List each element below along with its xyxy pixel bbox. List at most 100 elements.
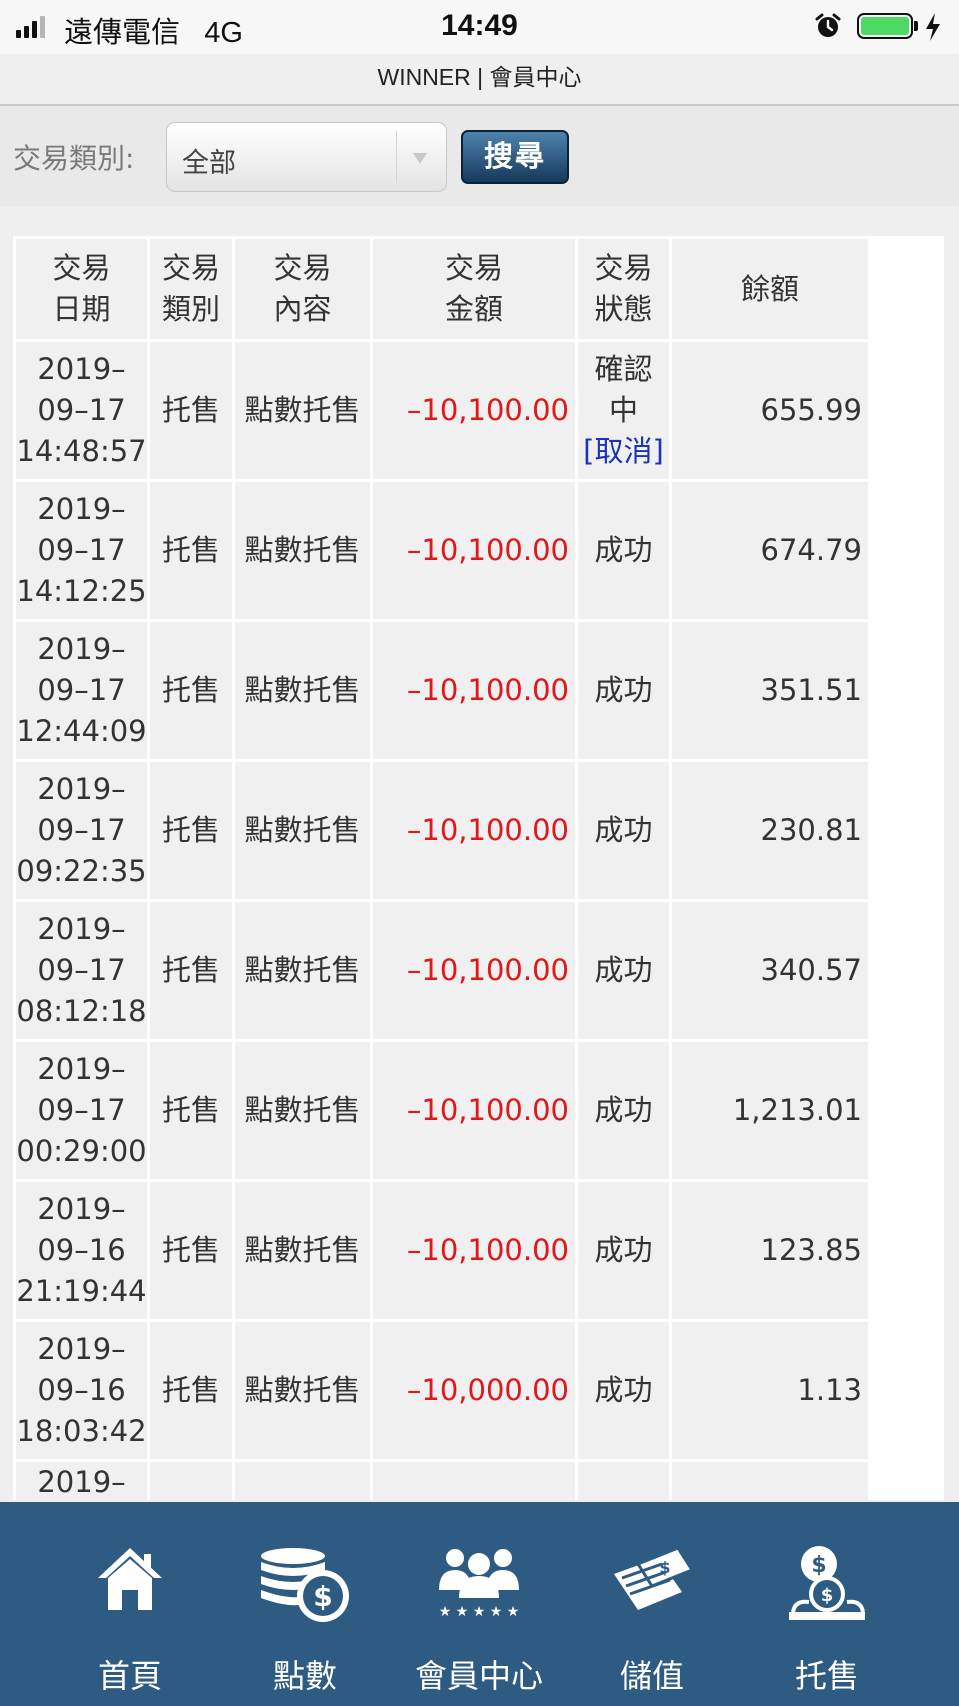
transaction-date: 2019– 09–17 14:48:57 [16, 342, 147, 479]
status-bar: 遠傳電信 4G 14:49 [0, 0, 959, 54]
nav-deposit[interactable]: $ 儲值 [557, 1502, 747, 1706]
transaction-status: 成功 [578, 1322, 669, 1459]
transaction-status: 成功 [578, 762, 669, 899]
transaction-content: 點數托售 [235, 902, 370, 1039]
alarm-clock-icon [815, 13, 841, 37]
transaction-date: 2019– 09–16 21:19:44 [16, 1182, 147, 1319]
transaction-type-value: 全部 [182, 148, 236, 179]
transaction-date: 2019– 09–17 12:44:09 [16, 622, 147, 759]
transaction-amount: –10,100.00 [373, 342, 575, 479]
transaction-amount: –10,100.00 [373, 622, 575, 759]
table-cell [672, 1462, 868, 1500]
table-row: 2019– 09–16 21:19:44 托售 點數托售 –10,100.00 成功… [16, 1182, 868, 1319]
battery-tip [914, 21, 918, 31]
transaction-type: 托售 [150, 902, 232, 1039]
transaction-content: 點數托售 [235, 1322, 370, 1459]
nav-member-center[interactable]: ★ ★ ★ ★ ★ 會員中心 [384, 1502, 574, 1706]
transaction-type: 托售 [150, 1042, 232, 1179]
transaction-date: 2019– 09–17 00:29:00 [16, 1042, 147, 1179]
sell-icon: $ $ [789, 1546, 865, 1620]
transaction-amount: –10,100.00 [373, 902, 575, 1039]
transaction-balance: 674.79 [672, 482, 868, 619]
header-status: 交易 狀態 [578, 239, 669, 339]
transaction-amount: –10,100.00 [373, 482, 575, 619]
table-cell [150, 1462, 232, 1500]
nav-home[interactable]: 首頁 [35, 1502, 225, 1706]
page-title: WINNER | 會員中心 [377, 64, 582, 90]
transaction-date: 2019– 09–17 14:12:25 [16, 482, 147, 619]
transaction-content: 點數托售 [235, 1182, 370, 1319]
transaction-status: 確認中 [取消] [578, 342, 669, 479]
header-type: 交易 類別 [150, 239, 232, 339]
table-cell [235, 1462, 370, 1500]
transaction-balance: 123.85 [672, 1182, 868, 1319]
transaction-content: 點數托售 [235, 482, 370, 619]
transaction-balance: 1,213.01 [672, 1042, 868, 1179]
transaction-type: 托售 [150, 342, 232, 479]
transaction-amount: –10,100.00 [373, 762, 575, 899]
header-date: 交易 日期 [16, 239, 147, 339]
transaction-balance: 230.81 [672, 762, 868, 899]
members-icon: ★ ★ ★ ★ ★ [439, 1549, 520, 1620]
charging-bolt-icon [926, 13, 940, 41]
svg-text:$: $ [313, 1580, 332, 1613]
transaction-type: 托售 [150, 482, 232, 619]
nav-sell-label: 托售 [794, 1657, 859, 1695]
table-row: 2019– 09–17 12:44:09 托售 點數托售 –10,100.00 成功… [16, 622, 868, 759]
transaction-type-label: 交易類別: [13, 142, 135, 175]
nav-points-label: 點數 [272, 1657, 337, 1695]
home-icon [98, 1548, 162, 1610]
transaction-type: 托售 [150, 1322, 232, 1459]
transaction-status: 成功 [578, 902, 669, 1039]
transaction-date: 2019– 09–17 08:12:18 [16, 902, 147, 1039]
nav-home-label: 首頁 [97, 1657, 162, 1695]
transaction-date: 2019– 09–17 09:22:35 [16, 762, 147, 899]
transaction-content: 點數托售 [235, 622, 370, 759]
table-row: 2019– 09–17 09:22:35 托售 點數托售 –10,100.00 成功… [16, 762, 868, 899]
transactions-table: 交易 日期 交易 類別 交易 內容 交易 金額 交易 狀態 餘額 2019– 09–17 14… [13, 236, 944, 1500]
transaction-type: 托售 [150, 622, 232, 759]
transaction-type: 托售 [150, 1182, 232, 1319]
table-row: 2019– 09–17 08:12:18 托售 點數托售 –10,100.00 成功… [16, 902, 868, 1039]
coins-icon: $ [261, 1548, 349, 1622]
table-header-row: 交易 日期 交易 類別 交易 內容 交易 金額 交易 狀態 餘額 [16, 239, 868, 339]
header-balance: 餘額 [672, 239, 868, 339]
transaction-type-select[interactable]: 全部 [166, 122, 447, 192]
transaction-date: 2019– 09–16 18:03:42 [16, 1322, 147, 1459]
svg-text:$: $ [811, 1553, 826, 1578]
table-cell [373, 1462, 575, 1500]
dropdown-arrow-icon [413, 153, 427, 164]
nav-sell[interactable]: $ $ 托售 [732, 1502, 922, 1706]
header-content: 交易 內容 [235, 239, 370, 339]
select-divider [396, 131, 397, 183]
transaction-content: 點數托售 [235, 342, 370, 479]
svg-text:★ ★ ★ ★ ★: ★ ★ ★ ★ ★ [439, 1604, 520, 1620]
table-row: 2019– 09–17 14:12:25 托售 點數托售 –10,100.00 成功… [16, 482, 868, 619]
transaction-amount: –10,100.00 [373, 1182, 575, 1319]
transaction-type: 托售 [150, 762, 232, 899]
transaction-content: 點數托售 [235, 1042, 370, 1179]
transaction-date: 2019– [16, 1462, 147, 1500]
transaction-content: 點數托售 [235, 762, 370, 899]
search-button[interactable]: 搜尋 [461, 130, 569, 184]
table-cell [578, 1462, 669, 1500]
transaction-amount: –10,100.00 [373, 1042, 575, 1179]
transaction-balance: 655.99 [672, 342, 868, 479]
nav-deposit-label: 儲值 [619, 1657, 684, 1695]
transaction-status: 成功 [578, 1042, 669, 1179]
battery-icon [857, 13, 913, 39]
cancel-link[interactable]: [取消] [578, 431, 669, 472]
header-amount: 交易 金額 [373, 239, 575, 339]
transaction-status: 成功 [578, 482, 669, 619]
transaction-status: 成功 [578, 622, 669, 759]
nav-member-center-label: 會員中心 [414, 1657, 543, 1695]
transaction-balance: 1.13 [672, 1322, 868, 1459]
table-row: 2019– 09–17 00:29:00 托售 點數托售 –10,100.00 成功… [16, 1042, 868, 1179]
nav-points[interactable]: $ 點數 [210, 1502, 400, 1706]
svg-text:$: $ [821, 1585, 834, 1606]
deposit-icon: $ [614, 1546, 695, 1610]
table-row: 2019– 09–17 14:48:57 托售 點數托售 –10,100.00 確認… [16, 342, 868, 479]
transaction-status: 成功 [578, 1182, 669, 1319]
transaction-balance: 351.51 [672, 622, 868, 759]
table-row: 2019– 09–16 18:03:42 托售 點數托售 –10,000.00 成功… [16, 1322, 868, 1459]
